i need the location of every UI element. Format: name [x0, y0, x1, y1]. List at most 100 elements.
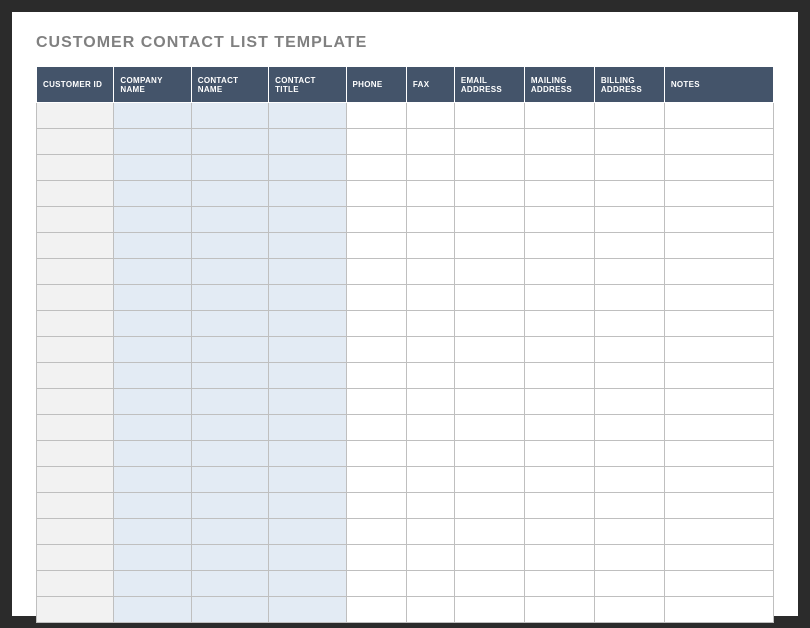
- table-cell[interactable]: [406, 493, 454, 519]
- table-cell[interactable]: [454, 129, 524, 155]
- table-cell[interactable]: [346, 207, 406, 233]
- table-cell[interactable]: [664, 259, 773, 285]
- table-cell[interactable]: [594, 493, 664, 519]
- table-cell[interactable]: [269, 363, 346, 389]
- table-cell[interactable]: [406, 103, 454, 129]
- table-cell[interactable]: [37, 285, 114, 311]
- table-cell[interactable]: [594, 337, 664, 363]
- table-cell[interactable]: [406, 311, 454, 337]
- table-cell[interactable]: [664, 103, 773, 129]
- table-cell[interactable]: [37, 129, 114, 155]
- table-cell[interactable]: [406, 233, 454, 259]
- table-cell[interactable]: [114, 519, 191, 545]
- table-cell[interactable]: [664, 441, 773, 467]
- table-cell[interactable]: [114, 285, 191, 311]
- table-cell[interactable]: [594, 181, 664, 207]
- table-cell[interactable]: [37, 467, 114, 493]
- table-cell[interactable]: [346, 467, 406, 493]
- table-cell[interactable]: [346, 597, 406, 623]
- table-cell[interactable]: [346, 519, 406, 545]
- table-cell[interactable]: [346, 155, 406, 181]
- table-cell[interactable]: [454, 207, 524, 233]
- table-cell[interactable]: [594, 233, 664, 259]
- table-cell[interactable]: [524, 415, 594, 441]
- table-cell[interactable]: [191, 129, 268, 155]
- table-cell[interactable]: [37, 571, 114, 597]
- table-cell[interactable]: [191, 415, 268, 441]
- table-cell[interactable]: [114, 103, 191, 129]
- table-cell[interactable]: [346, 181, 406, 207]
- table-cell[interactable]: [191, 259, 268, 285]
- table-cell[interactable]: [524, 363, 594, 389]
- table-cell[interactable]: [346, 311, 406, 337]
- table-cell[interactable]: [594, 415, 664, 441]
- table-cell[interactable]: [406, 389, 454, 415]
- table-cell[interactable]: [191, 311, 268, 337]
- table-cell[interactable]: [454, 571, 524, 597]
- table-cell[interactable]: [37, 519, 114, 545]
- table-cell[interactable]: [191, 285, 268, 311]
- table-cell[interactable]: [664, 311, 773, 337]
- table-cell[interactable]: [524, 181, 594, 207]
- table-cell[interactable]: [594, 207, 664, 233]
- table-cell[interactable]: [269, 311, 346, 337]
- table-cell[interactable]: [114, 363, 191, 389]
- table-cell[interactable]: [524, 285, 594, 311]
- table-cell[interactable]: [114, 259, 191, 285]
- table-cell[interactable]: [37, 207, 114, 233]
- table-cell[interactable]: [346, 103, 406, 129]
- table-cell[interactable]: [454, 597, 524, 623]
- table-cell[interactable]: [346, 441, 406, 467]
- table-cell[interactable]: [664, 597, 773, 623]
- table-cell[interactable]: [37, 337, 114, 363]
- table-cell[interactable]: [406, 467, 454, 493]
- table-cell[interactable]: [594, 259, 664, 285]
- table-cell[interactable]: [406, 129, 454, 155]
- table-cell[interactable]: [524, 441, 594, 467]
- table-cell[interactable]: [37, 181, 114, 207]
- table-cell[interactable]: [594, 467, 664, 493]
- table-cell[interactable]: [269, 129, 346, 155]
- table-cell[interactable]: [594, 389, 664, 415]
- table-cell[interactable]: [346, 285, 406, 311]
- table-cell[interactable]: [346, 571, 406, 597]
- table-cell[interactable]: [114, 181, 191, 207]
- table-cell[interactable]: [37, 259, 114, 285]
- table-cell[interactable]: [406, 259, 454, 285]
- table-cell[interactable]: [524, 311, 594, 337]
- table-cell[interactable]: [454, 389, 524, 415]
- table-cell[interactable]: [524, 129, 594, 155]
- table-cell[interactable]: [269, 259, 346, 285]
- table-cell[interactable]: [37, 441, 114, 467]
- table-cell[interactable]: [269, 389, 346, 415]
- table-cell[interactable]: [524, 519, 594, 545]
- table-cell[interactable]: [269, 545, 346, 571]
- table-cell[interactable]: [454, 493, 524, 519]
- table-cell[interactable]: [524, 545, 594, 571]
- table-cell[interactable]: [594, 155, 664, 181]
- table-cell[interactable]: [524, 389, 594, 415]
- table-cell[interactable]: [664, 181, 773, 207]
- table-cell[interactable]: [664, 519, 773, 545]
- table-cell[interactable]: [114, 311, 191, 337]
- table-cell[interactable]: [191, 103, 268, 129]
- table-cell[interactable]: [594, 597, 664, 623]
- table-cell[interactable]: [346, 233, 406, 259]
- table-cell[interactable]: [269, 103, 346, 129]
- table-cell[interactable]: [114, 415, 191, 441]
- table-cell[interactable]: [114, 571, 191, 597]
- table-cell[interactable]: [37, 545, 114, 571]
- table-cell[interactable]: [37, 415, 114, 441]
- table-cell[interactable]: [114, 493, 191, 519]
- table-cell[interactable]: [406, 181, 454, 207]
- table-cell[interactable]: [191, 571, 268, 597]
- table-cell[interactable]: [269, 467, 346, 493]
- table-cell[interactable]: [454, 285, 524, 311]
- table-cell[interactable]: [454, 441, 524, 467]
- table-cell[interactable]: [269, 519, 346, 545]
- table-cell[interactable]: [664, 389, 773, 415]
- table-cell[interactable]: [114, 545, 191, 571]
- table-cell[interactable]: [37, 103, 114, 129]
- table-cell[interactable]: [37, 363, 114, 389]
- table-cell[interactable]: [664, 337, 773, 363]
